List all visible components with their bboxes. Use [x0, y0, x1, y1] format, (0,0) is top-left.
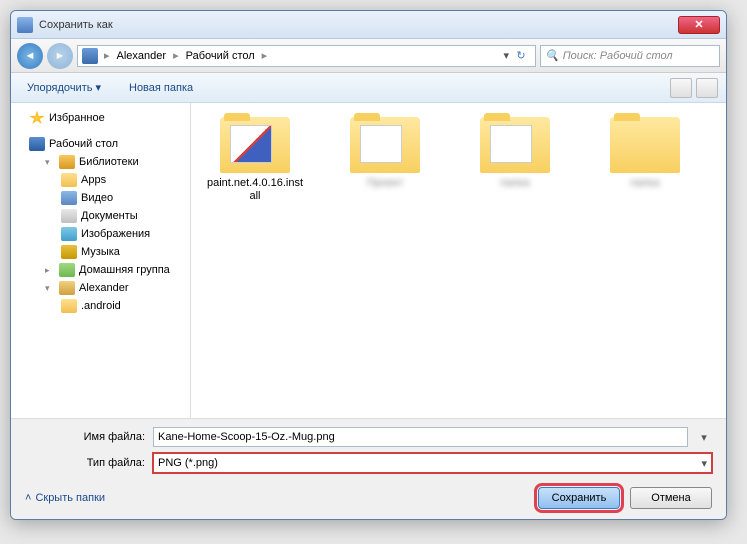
filename-input[interactable] [153, 427, 688, 447]
sidebar-favorites[interactable]: Избранное [11, 109, 190, 127]
sidebar-android[interactable]: .android [11, 297, 190, 315]
image-icon [61, 227, 77, 241]
close-button[interactable]: ✕ [678, 16, 720, 34]
folder-icon [480, 117, 550, 173]
file-label: paint.net.4.0.16.install [205, 177, 305, 203]
folder-icon [61, 299, 77, 313]
filetype-dropdown[interactable]: PNG (*.png) ▾ [153, 453, 712, 473]
sidebar-video[interactable]: Видео [11, 189, 190, 207]
sidebar-documents[interactable]: Документы [11, 207, 190, 225]
file-label: папка [630, 177, 659, 190]
folder-icon [350, 117, 420, 173]
hide-folders-toggle[interactable]: ˄ Скрыть папки [25, 492, 105, 504]
file-label: папка [500, 177, 529, 190]
file-item[interactable]: Проект [335, 117, 435, 203]
forward-button[interactable]: ► [47, 43, 73, 69]
computer-icon [82, 48, 98, 64]
window-title: Сохранить как [39, 19, 678, 31]
app-icon [17, 17, 33, 33]
chevron-down-icon[interactable]: ▾ [696, 431, 712, 444]
save-as-dialog: Сохранить как ✕ ◄ ► ▸ Alexander ▸ Рабочи… [10, 10, 727, 520]
chevron-down-icon[interactable]: ▾ [503, 49, 509, 62]
sidebar-tree[interactable]: Избранное Рабочий стол ▾Библиотеки Apps … [11, 103, 191, 418]
search-input[interactable]: 🔍 Поиск: Рабочий стол [540, 45, 720, 67]
file-item[interactable]: paint.net.4.0.16.install [205, 117, 305, 203]
titlebar[interactable]: Сохранить как ✕ [11, 11, 726, 39]
organize-button[interactable]: Упорядочить ▾ [19, 78, 109, 97]
file-list[interactable]: paint.net.4.0.16.install Проект папка па… [191, 103, 726, 418]
new-folder-button[interactable]: Новая папка [121, 79, 201, 97]
breadcrumb-location[interactable]: Рабочий стол [183, 50, 258, 62]
music-icon [61, 245, 77, 259]
folder-icon [220, 117, 290, 173]
back-button[interactable]: ◄ [17, 43, 43, 69]
save-button[interactable]: Сохранить [538, 487, 620, 509]
breadcrumb[interactable]: ▸ Alexander ▸ Рабочий стол ▸ ▾ ↻ [77, 45, 536, 67]
view-mode-button[interactable] [670, 78, 692, 98]
chevron-down-icon: ▾ [701, 457, 707, 470]
folder-icon [610, 117, 680, 173]
sidebar-user[interactable]: ▾Alexander [11, 279, 190, 297]
help-button[interactable] [696, 78, 718, 98]
chevron-up-icon: ˄ [25, 492, 31, 504]
document-icon [61, 209, 77, 223]
toolbar: Упорядочить ▾ Новая папка [11, 73, 726, 103]
expand-icon[interactable]: ▾ [45, 157, 55, 168]
bottom-panel: Имя файла: ▾ Тип файла: PNG (*.png) ▾ ˄ … [11, 418, 726, 519]
search-icon: 🔍 [545, 49, 559, 62]
sidebar-libraries[interactable]: ▾Библиотеки [11, 153, 190, 171]
chevron-down-icon: ▾ [95, 81, 101, 94]
navigation-bar: ◄ ► ▸ Alexander ▸ Рабочий стол ▸ ▾ ↻ 🔍 П… [11, 39, 726, 73]
chevron-right-icon: ▸ [171, 49, 181, 62]
sidebar-images[interactable]: Изображения [11, 225, 190, 243]
filename-label: Имя файла: [25, 431, 145, 443]
file-item[interactable]: папка [595, 117, 695, 203]
expand-icon[interactable]: ▸ [45, 265, 55, 276]
cancel-button[interactable]: Отмена [630, 487, 712, 509]
folder-icon [61, 173, 77, 187]
sidebar-apps[interactable]: Apps [11, 171, 190, 189]
main-area: Избранное Рабочий стол ▾Библиотеки Apps … [11, 103, 726, 418]
file-label: Проект [367, 177, 403, 190]
video-icon [61, 191, 77, 205]
sidebar-homegroup[interactable]: ▸Домашняя группа [11, 261, 190, 279]
chevron-right-icon: ▸ [260, 49, 270, 62]
breadcrumb-user[interactable]: Alexander [114, 50, 170, 62]
chevron-right-icon: ▸ [102, 49, 112, 62]
filetype-label: Тип файла: [25, 457, 145, 469]
search-placeholder: Поиск: Рабочий стол [563, 50, 673, 62]
libraries-icon [59, 155, 75, 169]
homegroup-icon [59, 263, 75, 277]
sidebar-desktop[interactable]: Рабочий стол [11, 135, 190, 153]
refresh-icon[interactable]: ↻ [511, 49, 531, 62]
expand-icon[interactable]: ▾ [45, 283, 55, 294]
user-icon [59, 281, 75, 295]
star-icon [29, 111, 45, 125]
desktop-icon [29, 137, 45, 151]
file-item[interactable]: папка [465, 117, 565, 203]
sidebar-music[interactable]: Музыка [11, 243, 190, 261]
